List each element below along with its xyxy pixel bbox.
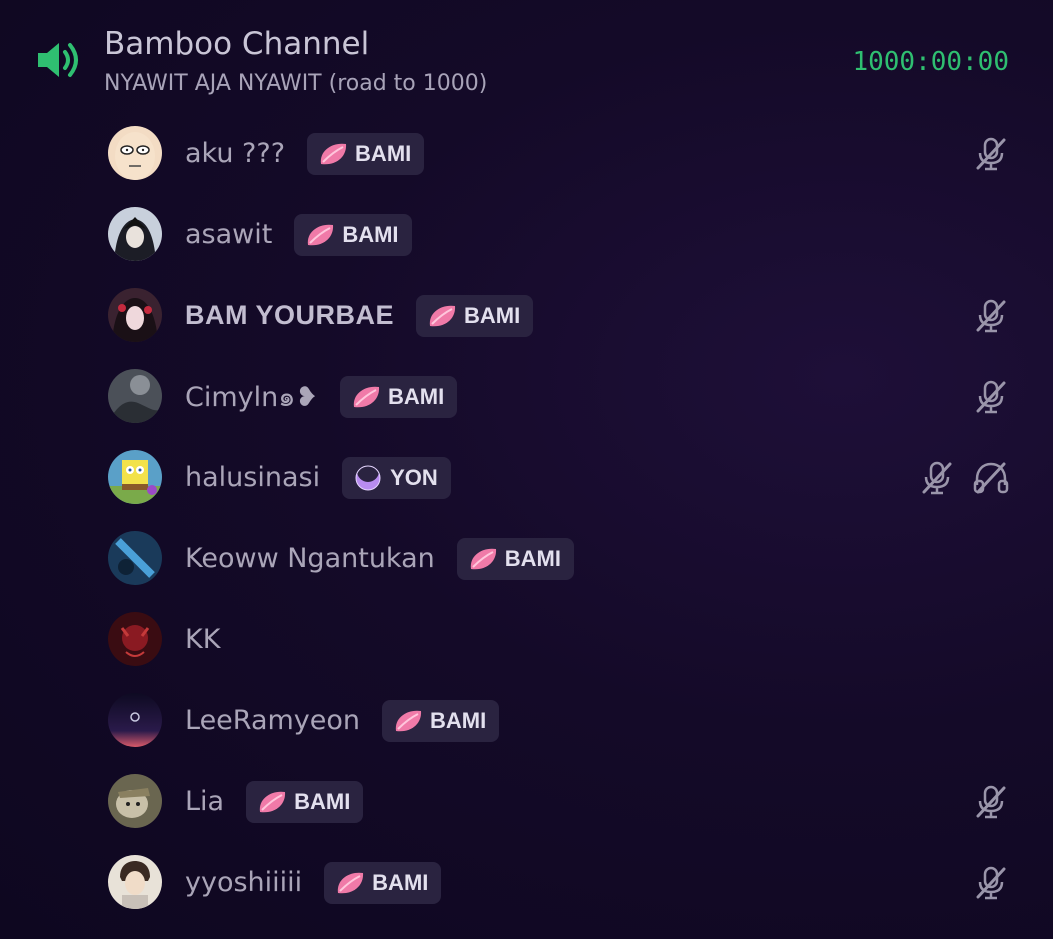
member-row[interactable]: LeeRamyeon BAMI xyxy=(0,680,1053,761)
member-name: asawit xyxy=(185,219,273,250)
avatar[interactable] xyxy=(108,126,162,180)
guild-tag-label: BAMI xyxy=(388,383,445,409)
guild-tag-badge[interactable]: BAMI xyxy=(246,780,364,823)
member-name: Cimyln๑❥ xyxy=(185,382,319,413)
session-timer: 1000:00:00 xyxy=(852,47,1009,77)
pink-leaf-icon xyxy=(353,386,380,407)
member-name: Keoww Ngantukan xyxy=(185,543,435,574)
voice-member-list: aku ??? BAMI asawit BAMI BAM YOURBAE BAM… xyxy=(0,113,1053,923)
member-name: aku ??? xyxy=(185,138,286,169)
guild-tag-label: BAMI xyxy=(430,707,487,733)
channel-header: Bamboo Channel NYAWIT AJA NYAWIT (road t… xyxy=(0,0,1053,110)
pink-leaf-icon xyxy=(259,791,286,812)
pink-leaf-icon xyxy=(308,224,334,245)
member-row[interactable]: Cimyln๑❥ BAMI xyxy=(0,356,1053,437)
guild-tag-badge[interactable]: BAMI xyxy=(456,537,574,580)
guild-tag-label: BAMI xyxy=(294,788,351,814)
guild-tag-badge[interactable]: BAMI xyxy=(294,213,412,256)
pink-leaf-icon xyxy=(395,710,422,731)
avatar[interactable] xyxy=(108,855,162,909)
guild-tag-badge[interactable]: BAMI xyxy=(324,861,442,904)
mic-muted-icon xyxy=(976,299,1006,333)
channel-topic: NYAWIT AJA NYAWIT (road to 1000) xyxy=(104,71,488,96)
pink-leaf-icon xyxy=(337,872,364,893)
mic-muted-icon xyxy=(976,785,1006,819)
pink-leaf-icon xyxy=(320,143,347,164)
member-name: halusinasi xyxy=(185,462,321,493)
avatar[interactable] xyxy=(108,450,162,504)
member-name: Lia xyxy=(185,786,225,817)
mic-muted-icon xyxy=(976,866,1006,900)
member-row[interactable]: Lia BAMI xyxy=(0,761,1053,842)
member-row[interactable]: halusinasi YON xyxy=(0,437,1053,518)
avatar[interactable] xyxy=(108,288,162,342)
purple-moon-icon xyxy=(355,463,381,490)
guild-tag-label: BAMI xyxy=(355,140,412,166)
member-row[interactable]: asawit BAMI xyxy=(0,194,1053,275)
member-name: BAM YOURBAE xyxy=(185,300,395,330)
member-name: LeeRamyeon xyxy=(185,705,361,736)
mic-muted-icon xyxy=(922,461,952,495)
member-row[interactable]: Keoww Ngantukan BAMI xyxy=(0,518,1053,599)
guild-tag-badge[interactable]: YON xyxy=(342,456,451,499)
avatar[interactable] xyxy=(108,774,162,828)
guild-tag-badge[interactable]: BAMI xyxy=(382,699,500,742)
channel-name[interactable]: Bamboo Channel xyxy=(104,26,369,62)
speaker-icon[interactable] xyxy=(36,40,80,80)
member-row[interactable]: aku ??? BAMI xyxy=(0,113,1053,194)
guild-tag-label: BAMI xyxy=(342,221,399,247)
guild-tag-badge[interactable]: BAMI xyxy=(307,132,425,175)
pink-leaf-icon xyxy=(429,305,456,326)
member-row[interactable]: KK xyxy=(0,599,1053,680)
avatar[interactable] xyxy=(108,612,162,666)
guild-tag-label: BAMI xyxy=(372,869,429,895)
member-name: KK xyxy=(185,624,221,655)
member-name: yyoshiiiii xyxy=(185,867,303,898)
guild-tag-label: BAMI xyxy=(504,545,561,571)
guild-tag-badge[interactable]: BAMI xyxy=(340,375,458,418)
avatar[interactable] xyxy=(108,531,162,585)
mic-muted-icon xyxy=(976,137,1006,171)
pink-leaf-icon xyxy=(470,548,496,569)
avatar[interactable] xyxy=(108,693,162,747)
member-row[interactable]: yyoshiiiii BAMI xyxy=(0,842,1053,923)
guild-tag-badge[interactable]: BAMI xyxy=(416,294,534,337)
avatar[interactable] xyxy=(108,369,162,423)
avatar[interactable] xyxy=(108,207,162,261)
guild-tag-label: BAMI xyxy=(464,302,521,328)
member-row[interactable]: BAM YOURBAE BAMI xyxy=(0,275,1053,356)
mic-muted-icon xyxy=(976,380,1006,414)
guild-tag-label: YON xyxy=(390,464,438,490)
headphones-deafened-icon xyxy=(973,462,1009,494)
